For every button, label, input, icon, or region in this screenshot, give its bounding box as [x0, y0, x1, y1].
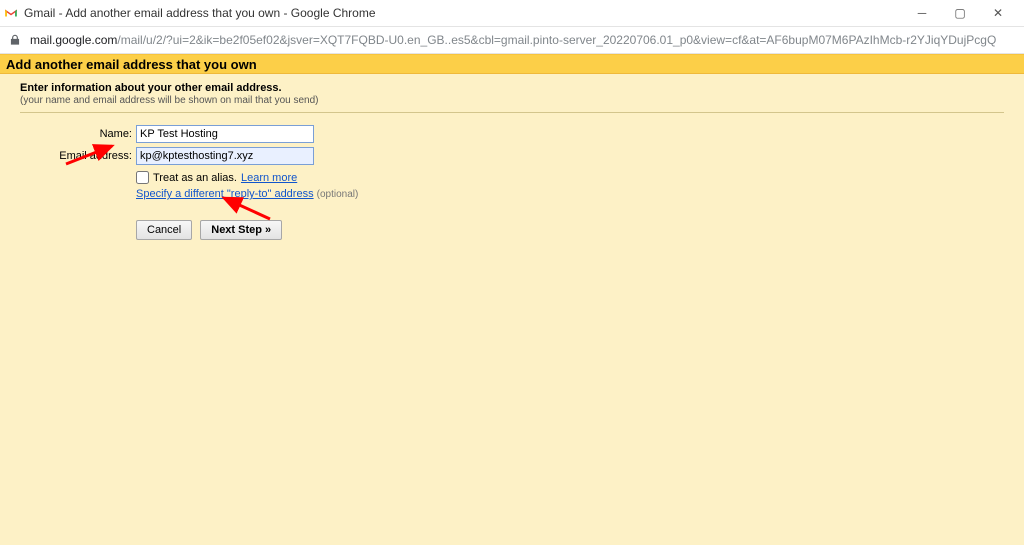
- reply-to-optional: (optional): [317, 189, 359, 200]
- next-step-button[interactable]: Next Step »: [200, 220, 282, 240]
- button-row: Cancel Next Step »: [136, 220, 1004, 240]
- intro-bold: Enter information about your other email…: [20, 82, 1004, 94]
- page-title: Add another email address that you own: [6, 57, 257, 72]
- lock-icon: [8, 33, 22, 47]
- row-name: Name:: [20, 123, 358, 145]
- cancel-button[interactable]: Cancel: [136, 220, 192, 240]
- page-body: Add another email address that you own E…: [0, 54, 1024, 545]
- divider: [20, 112, 1004, 113]
- row-alias: Treat as an alias. Learn more Specify a …: [20, 167, 358, 202]
- window-close-button[interactable]: ✕: [980, 3, 1016, 23]
- name-input[interactable]: [136, 125, 314, 143]
- window-minimize-button[interactable]: ─: [904, 3, 940, 23]
- email-input[interactable]: [136, 147, 314, 165]
- email-label: Email address:: [59, 150, 132, 162]
- window-title: Gmail - Add another email address that y…: [24, 6, 376, 20]
- gmail-icon: [4, 6, 18, 20]
- window-titlebar: Gmail - Add another email address that y…: [0, 0, 1024, 26]
- form-content: Enter information about your other email…: [0, 74, 1024, 240]
- name-label: Name:: [100, 128, 132, 140]
- window-maximize-button[interactable]: ▢: [942, 3, 978, 23]
- intro-sub: (your name and email address will be sho…: [20, 95, 1004, 106]
- page-title-bar: Add another email address that you own: [0, 54, 1024, 74]
- url-host: mail.google.com: [30, 33, 117, 47]
- alias-checkbox[interactable]: [136, 171, 149, 184]
- row-email: Email address:: [20, 145, 358, 167]
- form-table: Name: Email address: Tr: [20, 123, 358, 202]
- url-text: mail.google.com/mail/u/2/?ui=2&ik=be2f05…: [30, 33, 996, 47]
- browser-address-bar[interactable]: mail.google.com/mail/u/2/?ui=2&ik=be2f05…: [0, 26, 1024, 54]
- url-path: /mail/u/2/?ui=2&ik=be2f05ef02&jsver=XQT7…: [117, 33, 996, 47]
- reply-to-link[interactable]: Specify a different "reply-to" address: [136, 188, 314, 200]
- alias-learn-more-link[interactable]: Learn more: [241, 172, 297, 184]
- alias-label: Treat as an alias.: [153, 172, 237, 184]
